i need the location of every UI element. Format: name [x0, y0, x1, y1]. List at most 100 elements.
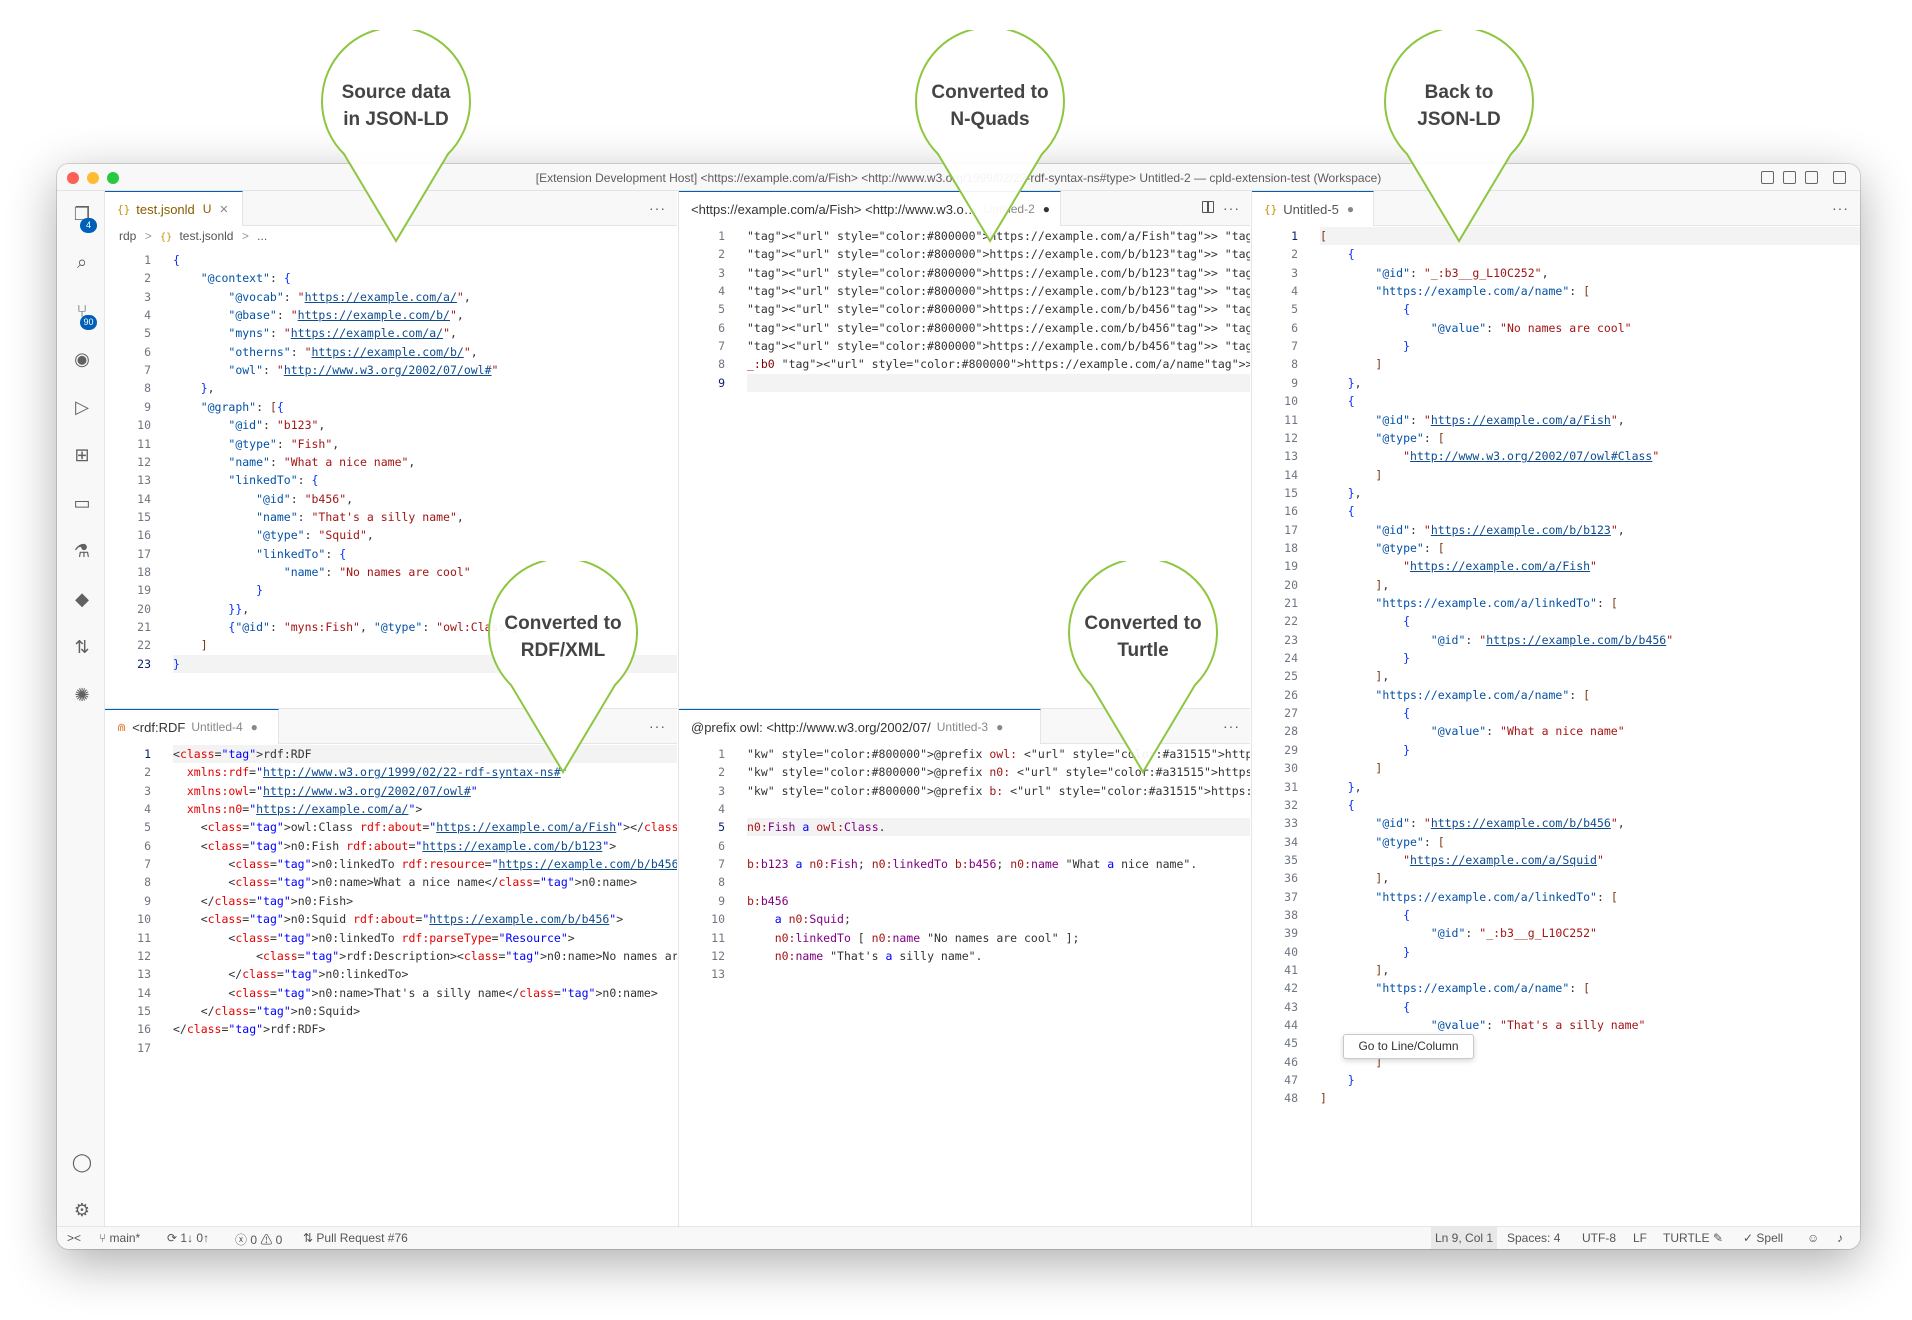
code-line[interactable]: n0:name "That's a silly name". [747, 947, 1250, 965]
sync-status[interactable]: ⟳ 1↓ 0↑ [167, 1231, 209, 1245]
code-line[interactable]: "tag"><"url" style="color:#800000">https… [747, 264, 1250, 282]
code-line[interactable]: "https://example.com/a/linkedTo": [ [1320, 594, 1860, 612]
code-line[interactable]: b:b456 [747, 892, 1250, 910]
code-line[interactable]: "name": "What a nice name", [173, 453, 677, 471]
more-actions-icon[interactable]: ··· [1223, 718, 1240, 734]
code-line[interactable]: "@id": "b123", [173, 416, 677, 434]
code-line[interactable]: { [1320, 906, 1860, 924]
code-line[interactable]: "https://example.com/a/name": [ [1320, 282, 1860, 300]
search-icon[interactable]: ⌕ [71, 251, 93, 273]
code-line[interactable]: "@id": "b456", [173, 490, 677, 508]
toggle-sidebar-icon[interactable] [1761, 171, 1774, 184]
toggle-secondary-sidebar-icon[interactable] [1805, 171, 1818, 184]
accounts-icon[interactable]: ◯ [71, 1151, 93, 1173]
code-line[interactable]: _:b0 "tag"><"url" style="color:#800000">… [747, 355, 1250, 373]
code-line[interactable]: n0:linkedTo [ n0:name "No names are cool… [747, 929, 1250, 947]
more-actions-icon[interactable]: ··· [649, 200, 666, 216]
code-line[interactable]: "@type": [ [1320, 429, 1860, 447]
branch-indicator[interactable]: ⑂ main* [99, 1231, 140, 1245]
code-line[interactable]: } [1320, 649, 1860, 667]
problems-indicator[interactable]: ⓧ 0 ⚠ 0 [235, 1231, 282, 1248]
code-line[interactable]: } [1320, 1071, 1860, 1089]
code-line[interactable]: ] [1320, 759, 1860, 777]
code-line[interactable]: "tag"><"url" style="color:#800000">https… [747, 245, 1250, 263]
code-area[interactable]: 1 "tag"><"url" style="color:#800000">http… [679, 227, 1250, 392]
code-line[interactable]: "otherns": "https://example.com/b/", [173, 343, 677, 361]
code-line[interactable]: { [1320, 300, 1860, 318]
code-line[interactable]: "tag"><"url" style="color:#800000">https… [747, 319, 1250, 337]
code-line[interactable]: "@value": "What a nice name" [1320, 722, 1860, 740]
tab-untitled-4[interactable]: ⋒ <rdf:RDF Untitled-4 ● [105, 709, 279, 744]
code-line[interactable]: "https://example.com/a/name": [ [1320, 979, 1860, 997]
code-line[interactable]: } [1320, 337, 1860, 355]
dirty-indicator[interactable]: ● [996, 720, 1003, 734]
code-line[interactable]: "@id": "_:b3__g_L10C252", [1320, 264, 1860, 282]
code-line[interactable]: <class="tag">rdf:Description><class="tag… [173, 947, 677, 965]
code-line[interactable]: { [1320, 245, 1860, 263]
pull-requests-icon[interactable]: ⇅ [71, 636, 93, 658]
code-line[interactable]: <class="tag">n0:Fish rdf:about="https://… [173, 837, 677, 855]
code-line[interactable]: </class="tag">n0:linkedTo> [173, 965, 677, 983]
more-actions-icon[interactable]: ··· [1223, 200, 1240, 216]
code-line[interactable] [747, 800, 1250, 818]
code-line[interactable]: "https://example.com/a/Squid" [1320, 851, 1860, 869]
code-line[interactable]: { [1320, 502, 1860, 520]
remote-explorer-icon[interactable]: ▭ [71, 492, 93, 514]
code-line[interactable]: }, [1320, 484, 1860, 502]
code-line[interactable]: { [1320, 998, 1860, 1016]
code-line[interactable]: "@type": "Fish", [173, 435, 677, 453]
feedback-icon[interactable]: ☺ [1807, 1231, 1819, 1245]
notifications-bell-icon[interactable]: ♪ [1837, 1231, 1843, 1245]
code-line[interactable]: "@id": "https://example.com/a/Fish", [1320, 411, 1860, 429]
code-line[interactable]: a n0:Squid; [747, 910, 1250, 928]
tab-untitled-5[interactable]: {} Untitled-5 ● [1252, 191, 1374, 226]
code-line[interactable]: { [1320, 612, 1860, 630]
cursor-position[interactable]: Ln 9, Col 1 [1431, 1227, 1498, 1249]
code-line[interactable]: "@vocab": "https://example.com/a/", [173, 288, 677, 306]
code-line[interactable]: </class="tag">n0:Fish> [173, 892, 677, 910]
extensions-icon[interactable]: ⊞ [71, 444, 93, 466]
code-line[interactable]: ], [1320, 869, 1860, 887]
code-line[interactable]: "kw" style="color:#800000">@prefix b: <"… [747, 782, 1250, 800]
code-line[interactable]: { [1320, 704, 1860, 722]
indentation-indicator[interactable]: Spaces: 4 [1507, 1231, 1560, 1245]
spell-indicator[interactable]: ✓ Spell [1743, 1231, 1783, 1245]
split-editor-icon[interactable] [1202, 201, 1214, 213]
more-actions-icon[interactable]: ··· [649, 718, 666, 734]
code-line[interactable] [747, 873, 1250, 891]
code-line[interactable]: } [1320, 741, 1860, 759]
code-line[interactable]: "@id": "https://example.com/b/b456", [1320, 814, 1860, 832]
code-line[interactable]: <class="tag">owl:Class rdf:about="https:… [173, 818, 677, 836]
code-line[interactable]: "tag"><"url" style="color:#800000">https… [747, 300, 1250, 318]
code-line[interactable]: "name": "That's a silly name", [173, 508, 677, 526]
code-line[interactable]: "@type": [ [1320, 833, 1860, 851]
minimize-window-button[interactable] [87, 172, 99, 184]
code-line[interactable]: b:b123 a n0:Fish; n0:linkedTo b:b456; n0… [747, 855, 1250, 873]
language-status-icon[interactable]: ✎ [1713, 1231, 1723, 1245]
run-debug-icon[interactable]: ▷ [71, 396, 93, 418]
code-line[interactable] [747, 965, 1250, 983]
code-area[interactable]: 1 <class="tag">rdf:RDF 2 xmlns:rdf="http:/… [105, 745, 677, 1057]
toggle-panel-icon[interactable] [1783, 171, 1796, 184]
manage-gear-icon[interactable]: ⚙ [71, 1199, 93, 1221]
code-line[interactable]: "tag"><"url" style="color:#800000">https… [747, 282, 1250, 300]
code-line[interactable]: } [1320, 943, 1860, 961]
code-line[interactable]: <class="tag">n0:name>What a nice name</c… [173, 873, 677, 891]
dirty-indicator[interactable]: ● [251, 720, 258, 734]
code-line[interactable]: "linkedTo": { [173, 471, 677, 489]
code-line[interactable]: "https://example.com/a/linkedTo": [ [1320, 888, 1860, 906]
code-line[interactable]: "@type": "Squid", [173, 526, 677, 544]
code-line[interactable]: <class="tag">n0:linkedTo rdf:parseType="… [173, 929, 677, 947]
breadcrumb-root[interactable]: rdp [119, 229, 136, 243]
code-line[interactable]: "https://example.com/a/name": [ [1320, 686, 1860, 704]
breadcrumb-file[interactable]: test.jsonld [179, 229, 233, 243]
language-mode[interactable]: TURTLE [1663, 1231, 1709, 1245]
code-line[interactable]: "owl": "http://www.w3.org/2002/07/owl#" [173, 361, 677, 379]
github-icon[interactable]: ◉ [71, 348, 93, 370]
code-line[interactable]: "@value": "No names are cool" [1320, 319, 1860, 337]
code-line[interactable]: ] [1320, 1089, 1860, 1107]
code-line[interactable]: ] [1320, 466, 1860, 484]
code-line[interactable]: "@id": "https://example.com/b/b123", [1320, 521, 1860, 539]
code-line[interactable]: n0:Fish a owl:Class. [747, 818, 1250, 837]
code-line[interactable]: "tag"><"url" style="color:#800000">https… [747, 337, 1250, 355]
